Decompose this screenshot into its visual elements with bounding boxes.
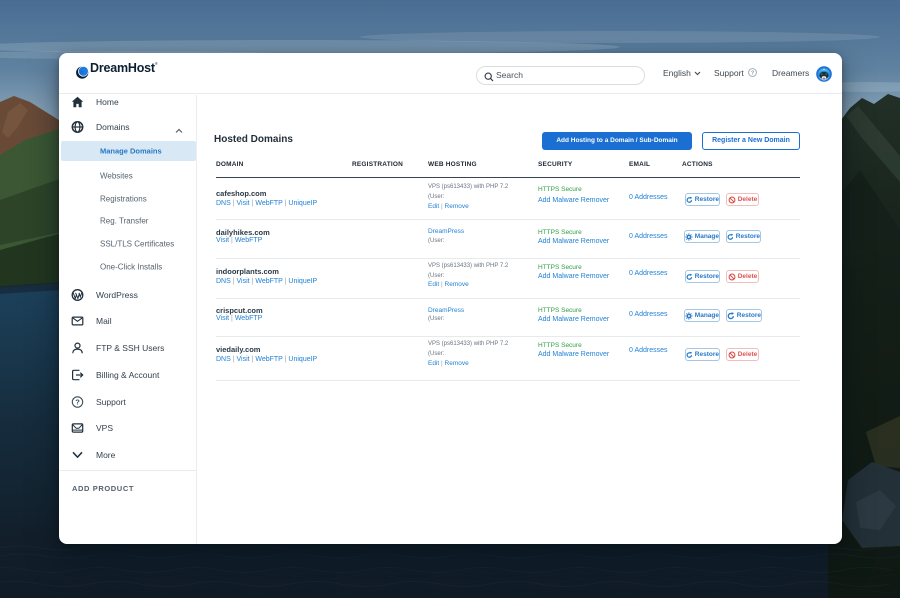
- svg-text:?: ?: [75, 398, 80, 407]
